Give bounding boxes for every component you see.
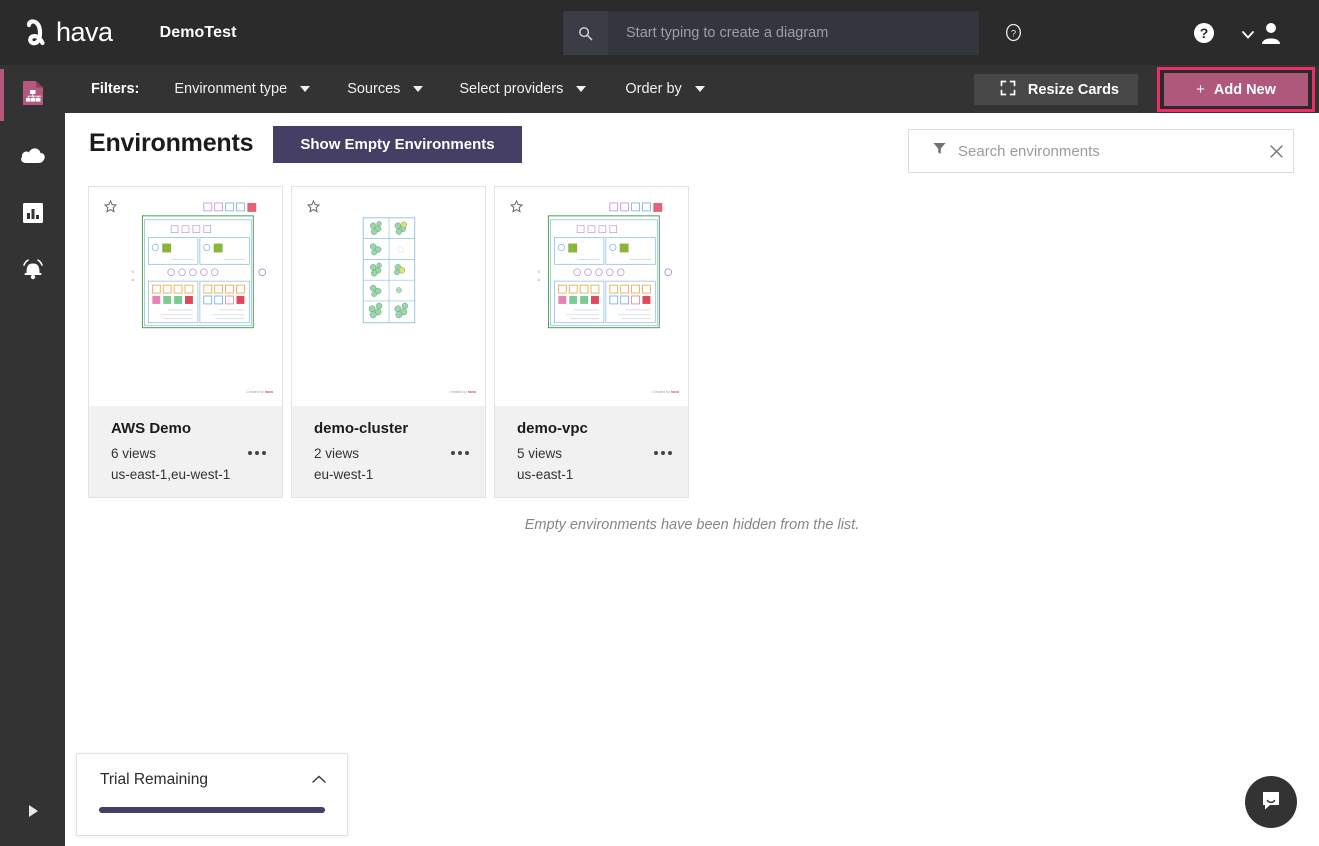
chevron-down-icon (300, 86, 310, 92)
card-title: demo-cluster (314, 420, 485, 437)
search-environments-box[interactable] (908, 129, 1294, 173)
expand-sidebar-arrow-icon (26, 803, 40, 824)
kebab-menu-icon[interactable] (248, 451, 266, 455)
sidebar-item-alerts[interactable] (0, 245, 65, 297)
main-content: Environments Show Empty Environments (65, 113, 1319, 846)
search-icon[interactable] (563, 11, 608, 55)
plus-icon: + (1196, 81, 1205, 98)
svg-text:?: ? (1011, 28, 1016, 39)
card-footer: demo-cluster 2 views eu-west-1 (292, 406, 485, 497)
trial-remaining-panel: Trial Remaining (76, 753, 348, 836)
cluster-diagram-thumbnail (292, 187, 485, 406)
sidebar-item-diagrams[interactable] (0, 69, 65, 121)
chevron-down-icon (576, 86, 586, 92)
sidebar-item-reports[interactable] (0, 189, 65, 241)
close-x-icon[interactable] (1259, 145, 1293, 158)
card-footer: AWS Demo 6 views us-east-1,eu-west-1 (89, 406, 282, 497)
chevron-down-icon (413, 86, 423, 92)
filter-order-by-label: Order by (625, 81, 681, 97)
add-new-button[interactable]: + Add New (1164, 73, 1308, 106)
chevron-up-icon[interactable] (311, 771, 327, 789)
hava-watermark: Created by hava (449, 390, 476, 394)
vpc-diagram-thumbnail: s u (89, 187, 282, 406)
filter-sources-label: Sources (347, 81, 400, 97)
cloud-icon (19, 145, 47, 170)
bell-icon (20, 256, 46, 287)
vpc-diagram-thumbnail: s u (495, 187, 688, 406)
card-thumbnail: s u Created by hava (495, 187, 688, 406)
kebab-menu-icon[interactable] (451, 451, 469, 455)
card-regions: us-east-1 (517, 467, 688, 482)
environment-card[interactable]: s u Created by hava AWS Demo 6 views us-… (88, 186, 283, 498)
card-footer: demo-vpc 5 views us-east-1 (495, 406, 688, 497)
logo-text: hava (56, 17, 113, 48)
card-thumbnail: Created by hava (292, 187, 485, 406)
filter-toolbar: Filters: Environment type Sources Select… (65, 65, 1319, 113)
add-new-label: Add New (1214, 82, 1276, 98)
chevron-down-icon (695, 86, 705, 92)
svg-text:s: s (538, 270, 541, 275)
global-search[interactable] (563, 11, 979, 55)
filter-select-providers[interactable]: Select providers (459, 81, 586, 97)
trial-title: Trial Remaining (100, 771, 208, 789)
page-title: Environments (89, 129, 253, 158)
trial-progress-fill (99, 807, 325, 813)
filter-environment-type-label: Environment type (174, 81, 287, 97)
card-title: AWS Demo (111, 420, 282, 437)
environment-card[interactable]: Created by hava demo-cluster 2 views eu-… (291, 186, 486, 498)
show-empty-label: Show Empty Environments (300, 136, 494, 153)
diagram-document-icon (20, 79, 46, 112)
resize-cards-label: Resize Cards (1028, 82, 1119, 98)
svg-text:u: u (132, 278, 135, 283)
filter-select-providers-label: Select providers (459, 81, 563, 97)
app-root: hava DemoTest ? ? (0, 0, 1319, 846)
resize-cards-button[interactable]: Resize Cards (974, 74, 1138, 105)
show-empty-environments-button[interactable]: Show Empty Environments (273, 126, 522, 163)
user-avatar-icon[interactable] (1261, 22, 1281, 44)
card-title: demo-vpc (517, 420, 688, 437)
left-sidebar-rail (0, 65, 65, 846)
environment-card[interactable]: s u Created by hava demo-vpc 5 views us-… (494, 186, 689, 498)
hava-watermark: Created by hava (652, 390, 679, 394)
bar-chart-icon (22, 201, 44, 230)
card-regions: us-east-1,eu-west-1 (111, 467, 282, 482)
chat-bubble-icon (1259, 788, 1283, 817)
svg-text:?: ? (1200, 25, 1209, 41)
kebab-menu-icon[interactable] (654, 451, 672, 455)
funnel-filter-icon (933, 142, 946, 160)
top-header-bar: hava DemoTest ? ? (0, 0, 1319, 65)
chat-launcher-button[interactable] (1245, 776, 1297, 828)
search-environments-input[interactable] (958, 143, 1259, 160)
card-regions: eu-west-1 (314, 467, 485, 482)
hava-watermark: Created by hava (246, 390, 273, 394)
filters-label: Filters: (91, 81, 139, 97)
filter-sources[interactable]: Sources (347, 81, 423, 97)
help-circle-icon[interactable]: ? (1193, 22, 1215, 44)
filter-order-by[interactable]: Order by (625, 81, 704, 97)
expand-arrows-icon (1000, 80, 1016, 100)
environment-card-grid: s u Created by hava AWS Demo 6 views us-… (88, 186, 697, 498)
sidebar-item-cloud[interactable] (0, 131, 65, 183)
hava-logo-icon (24, 18, 54, 48)
workspace-name: DemoTest (160, 24, 237, 42)
add-new-highlight-frame: + Add New (1157, 67, 1315, 112)
app-logo[interactable]: hava (24, 17, 113, 48)
help-circle-outline-icon[interactable]: ? (1004, 23, 1023, 42)
sidebar-expand-button[interactable] (0, 803, 65, 824)
svg-text:u: u (538, 278, 541, 283)
chevron-down-icon[interactable] (1241, 27, 1255, 37)
empty-environments-note: Empty environments have been hidden from… (65, 517, 1319, 533)
svg-text:s: s (132, 270, 135, 275)
trial-progress-track (99, 807, 325, 813)
global-search-input[interactable] (608, 11, 979, 55)
card-thumbnail: s u Created by hava (89, 187, 282, 406)
filter-environment-type[interactable]: Environment type (174, 81, 310, 97)
